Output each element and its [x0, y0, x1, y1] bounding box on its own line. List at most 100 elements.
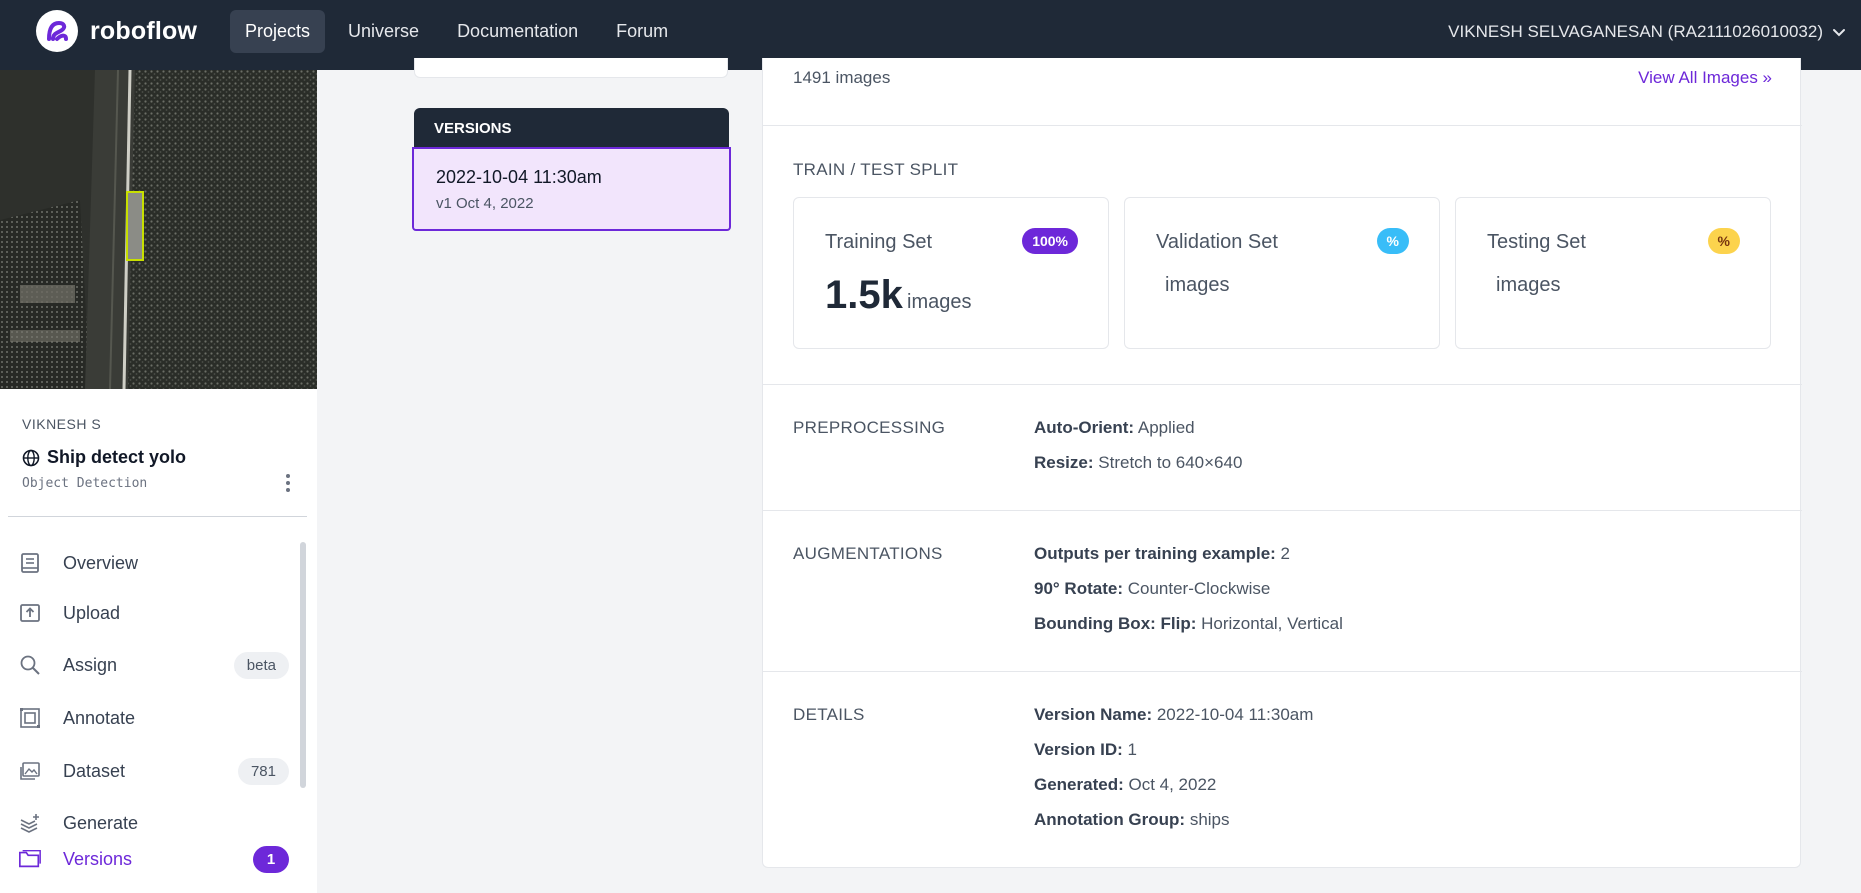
kv-value: Horizontal, Vertical [1201, 614, 1343, 633]
roboflow-logo[interactable]: roboflow [36, 10, 197, 52]
divider [763, 671, 1802, 672]
detail-annotation-group: Annotation Group: ships [1034, 810, 1230, 830]
sidebar-item-label: Overview [63, 552, 139, 573]
kv-value: Oct 4, 2022 [1128, 775, 1217, 794]
split-unit: images [907, 291, 972, 313]
testing-set-card: Testing Set % images [1455, 197, 1771, 349]
sidebar-scrollbar[interactable] [300, 542, 306, 788]
kv-value: 1 [1127, 740, 1138, 759]
validation-percent-badge: % [1376, 228, 1409, 254]
split-unit: images [1165, 274, 1230, 296]
split-label: Training Set [825, 231, 933, 253]
project-type: Object Detection [22, 476, 148, 491]
sidebar-item-label: Assign [63, 654, 118, 675]
kv-value: ships [1189, 810, 1230, 829]
view-all-images-link[interactable]: View All Images » [1638, 68, 1772, 88]
nav-universe[interactable]: Universe [333, 10, 434, 53]
upload-icon [18, 601, 42, 625]
folder-icon [18, 847, 42, 871]
project-sidebar: VIKNESH S Ship detect yolo Object Detect… [0, 70, 317, 893]
nav-documentation[interactable]: Documentation [442, 10, 593, 53]
annotate-icon [18, 706, 42, 730]
kv-key: Resize: [1034, 453, 1094, 472]
kv-value: 2022-10-04 11:30am [1156, 705, 1314, 724]
kv-key: Bounding Box: Flip: [1034, 614, 1197, 633]
sidebar-item-label: Upload [63, 602, 121, 623]
nav-projects[interactable]: Projects [230, 10, 326, 53]
details-title: DETAILS [793, 705, 865, 724]
chevron-down-icon [1833, 29, 1845, 37]
images-icon [18, 759, 42, 783]
version-item-selected[interactable]: 2022-10-04 11:30am v1 Oct 4, 2022 [412, 147, 731, 231]
augmentation-rotate: 90° Rotate: Counter-Clockwise [1034, 579, 1270, 599]
version-name: 2022-10-04 11:30am [436, 167, 602, 187]
kv-key: 90° Rotate: [1034, 579, 1123, 598]
kv-key: Version Name: [1034, 705, 1153, 724]
beta-badge: beta [233, 651, 289, 679]
sidebar-item-dataset[interactable]: Dataset 781 [0, 751, 300, 791]
detail-generated: Generated: Oct 4, 2022 [1034, 775, 1216, 795]
kv-key: Version ID: [1034, 740, 1123, 759]
globe-icon [22, 449, 40, 466]
roboflow-logo-icon [36, 10, 78, 52]
preprocessing-title: PREPROCESSING [793, 418, 946, 437]
kv-key: Auto-Orient: [1034, 418, 1135, 437]
augmentations-title: AUGMENTATIONS [793, 544, 943, 563]
project-title[interactable]: Ship detect yolo [22, 447, 186, 468]
kv-key: Outputs per training example: [1034, 544, 1276, 563]
sidebar-item-label: Generate [63, 812, 139, 833]
split-label: Testing Set [1487, 231, 1586, 253]
split-section-title: TRAIN / TEST SPLIT [793, 160, 959, 179]
sidebar-item-annotate[interactable]: Annotate [0, 698, 300, 738]
preprocessing-resize: Resize: Stretch to 640×640 [1034, 453, 1242, 473]
divider [763, 510, 1802, 511]
split-value: 1.5k [825, 273, 903, 317]
testing-percent-badge: % [1707, 228, 1740, 254]
book-icon [18, 551, 42, 575]
search-icon [18, 653, 42, 677]
nav-links: Projects Universe Documentation Forum [230, 10, 683, 53]
kv-value: Stretch to 640×640 [1098, 453, 1243, 472]
user-name: VIKNESH SELVAGANESAN (RA2111026010032) [1448, 22, 1823, 41]
split-label: Validation Set [1156, 231, 1278, 253]
previous-card-bottom [414, 58, 728, 78]
divider [763, 384, 1802, 385]
sidebar-divider [8, 516, 307, 517]
nav-forum[interactable]: Forum [601, 10, 683, 53]
sidebar-item-overview[interactable]: Overview [0, 543, 300, 583]
image-count: 1491 images [793, 68, 891, 87]
augmentation-outputs: Outputs per training example: 2 [1034, 544, 1290, 564]
sidebar-item-upload[interactable]: Upload [0, 593, 300, 633]
kv-value: 2 [1280, 544, 1291, 563]
validation-set-card: Validation Set % images [1124, 197, 1440, 349]
sidebar-item-label: Versions [63, 848, 133, 869]
sidebar-item-assign[interactable]: Assign beta [0, 645, 300, 685]
layers-plus-icon [18, 811, 42, 835]
kv-value: Applied [1137, 418, 1195, 437]
augmentation-bbox-flip: Bounding Box: Flip: Horizontal, Vertical [1034, 614, 1343, 634]
training-set-card: Training Set 100% 1.5k images [793, 197, 1109, 349]
kv-value: Counter-Clockwise [1127, 579, 1271, 598]
kv-key: Annotation Group: [1034, 810, 1186, 829]
user-menu[interactable]: VIKNESH SELVAGANESAN (RA2111026010032) [1448, 22, 1847, 42]
training-percent-badge: 100% [1022, 228, 1078, 254]
sidebar-item-label: Dataset [63, 760, 126, 781]
preprocessing-auto-orient: Auto-Orient: Applied [1034, 418, 1195, 438]
dataset-count-badge: 781 [237, 757, 289, 785]
divider [763, 125, 1802, 126]
sidebar-item-label: Annotate [63, 707, 136, 728]
detail-version-id: Version ID: 1 [1034, 740, 1137, 760]
detail-version-name: Version Name: 2022-10-04 11:30am [1034, 705, 1313, 725]
project-thumbnail [0, 70, 317, 389]
project-owner: VIKNESH S [22, 416, 102, 432]
split-unit: images [1496, 274, 1561, 296]
sidebar-item-versions[interactable]: Versions 1 [0, 839, 300, 879]
versions-header: VERSIONS [414, 108, 729, 148]
versions-count-badge: 1 [253, 845, 289, 873]
version-detail-panel: 1491 images View All Images » TRAIN / TE… [762, 58, 1802, 868]
project-name: Ship detect yolo [47, 447, 187, 467]
more-options-icon[interactable] [280, 471, 296, 495]
kv-key: Generated: [1034, 775, 1124, 794]
brand-name: roboflow [90, 16, 198, 45]
sidebar-item-generate[interactable]: Generate [0, 803, 300, 843]
